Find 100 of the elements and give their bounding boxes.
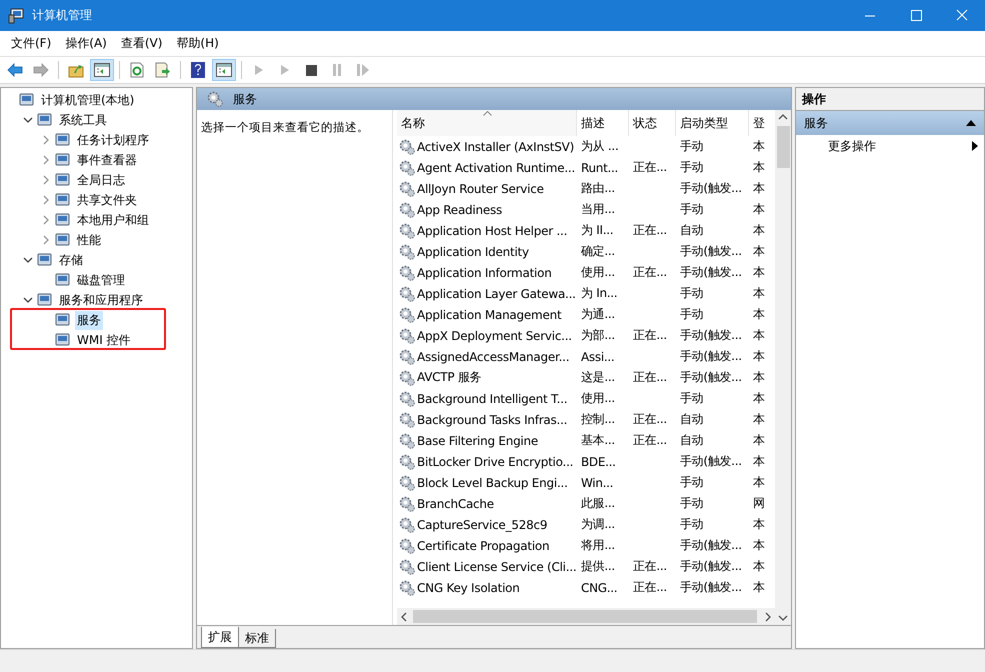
column-header[interactable]: 描述 — [577, 110, 629, 136]
table-cell: 本 — [753, 348, 765, 365]
restart-icon — [356, 64, 370, 76]
tree-node-icon — [37, 112, 53, 128]
column-header[interactable]: 状态 — [629, 110, 676, 136]
tree-item[interactable]: 存储 — [57, 250, 85, 270]
vertical-scrollbar[interactable] — [775, 110, 791, 625]
tree-item[interactable]: 任务计划程序 — [75, 130, 151, 150]
table-cell: 手动(触发... — [680, 327, 742, 344]
gear-icon — [399, 244, 415, 260]
chevron-down-icon[interactable] — [23, 115, 33, 125]
menu-item[interactable]: 查看(V) — [114, 35, 170, 52]
tree-item[interactable]: 事件查看器 — [75, 150, 139, 170]
table-cell: 本 — [753, 180, 765, 197]
tree-node-icon — [19, 92, 35, 108]
computer-icon — [8, 8, 24, 24]
table-cell: Application Information — [417, 266, 552, 280]
table-cell: 正在... — [633, 369, 667, 386]
table-cell: CaptureService_528c9 — [417, 518, 548, 532]
table-cell: AssignedAccessManager... — [417, 350, 570, 364]
table-cell: 正在... — [633, 327, 667, 344]
stop-icon — [306, 64, 316, 76]
tree-node-icon — [55, 312, 71, 328]
gear-icon — [399, 538, 415, 554]
table-cell: ActiveX Installer (AxInstSV) — [417, 140, 574, 154]
table-cell: 手动(触发... — [680, 537, 742, 554]
tree-item[interactable]: 本地用户和组 — [75, 210, 151, 230]
tree-item[interactable]: 性能 — [75, 230, 103, 250]
horizontal-scrollbar[interactable] — [397, 608, 775, 625]
chevron-right-icon[interactable] — [41, 195, 51, 205]
tab[interactable]: 扩展 — [201, 627, 239, 648]
action-section[interactable]: 服务 — [796, 111, 984, 135]
table-cell: BranchCache — [417, 496, 494, 510]
table-cell: 本 — [753, 516, 765, 533]
table-cell: 当用... — [581, 201, 615, 218]
tree-item[interactable]: 共享文件夹 — [75, 190, 139, 210]
table-cell: Application Layer Gatewa... — [417, 286, 576, 300]
table-cell: BDE... — [581, 454, 616, 468]
toolbar-button[interactable] — [212, 59, 236, 81]
tree-item[interactable]: 磁盘管理 — [75, 270, 127, 290]
table-cell: Block Level Backup Engi... — [417, 476, 568, 490]
collapse-triangle-icon[interactable] — [966, 120, 976, 126]
chevron-right-icon[interactable] — [41, 155, 51, 165]
table-cell: 手动 — [680, 390, 704, 407]
scroll-thumb[interactable] — [776, 126, 790, 168]
menu-item[interactable]: 操作(A) — [58, 35, 114, 52]
column-header[interactable]: 启动类型 — [676, 110, 749, 136]
menu-item[interactable]: 文件(F) — [4, 35, 58, 52]
table-cell: 本 — [753, 432, 765, 449]
gear-icon — [399, 160, 415, 176]
window-title: 计算机管理 — [32, 7, 92, 24]
refresh-icon — [129, 62, 145, 78]
table-cell: 正在... — [633, 264, 667, 281]
chevron-right-icon[interactable] — [41, 215, 51, 225]
tree-node-icon — [55, 332, 71, 348]
gear-icon — [399, 138, 415, 154]
table-cell: Application Identity — [417, 244, 529, 258]
tab[interactable]: 标准 — [238, 629, 276, 648]
table-cell: 自动 — [680, 432, 704, 449]
tree-item[interactable]: 系统工具 — [57, 110, 109, 130]
tree-node-icon — [55, 132, 71, 148]
table-cell: 本 — [753, 264, 765, 281]
section-title: 服务 — [804, 114, 828, 132]
table-cell: 手动 — [680, 516, 704, 533]
table-cell: CNG Key Isolation — [417, 580, 520, 594]
tree-item[interactable]: 服务 — [75, 310, 103, 330]
tree-node-icon — [55, 212, 71, 228]
table-cell: Base Filtering Engine — [417, 434, 538, 448]
table-cell: 控制... — [581, 411, 615, 428]
tree-item[interactable]: 服务和应用程序 — [57, 290, 145, 310]
toolbar-button[interactable] — [90, 59, 114, 81]
tree-item[interactable]: 计算机管理(本地) — [39, 90, 136, 110]
menu-item[interactable]: 帮助(H) — [169, 35, 226, 52]
table-cell: Certificate Propagation — [417, 538, 550, 552]
chevron-down-icon[interactable] — [23, 255, 33, 265]
tree-item[interactable]: WMI 控件 — [75, 330, 133, 350]
table-cell: 本 — [753, 138, 765, 155]
chevron-down-icon[interactable] — [23, 295, 33, 305]
table-cell: Assi... — [581, 350, 614, 364]
table-cell: 正在... — [633, 558, 667, 575]
tree-item[interactable]: 全局日志 — [75, 170, 127, 190]
column-header[interactable]: 名称 — [397, 110, 577, 136]
gear-icon — [399, 328, 415, 344]
table-cell: 正在... — [633, 222, 667, 239]
gear-icon — [399, 390, 415, 406]
table-cell: 本 — [753, 411, 765, 428]
column-header[interactable]: 登 — [749, 110, 767, 136]
gear-icon — [399, 264, 415, 280]
table-cell: 这是... — [581, 369, 615, 386]
table-cell: 本 — [753, 474, 765, 491]
chevron-right-icon[interactable] — [41, 175, 51, 185]
chevron-right-icon[interactable] — [41, 235, 51, 245]
scroll-thumb[interactable] — [413, 610, 757, 623]
action-link[interactable]: 更多操作 — [828, 138, 876, 154]
tree-node-icon — [55, 152, 71, 168]
table-cell: 本 — [753, 537, 765, 554]
table-cell: 手动 — [680, 138, 704, 155]
gear-icon — [399, 370, 415, 386]
chevron-right-icon[interactable] — [41, 135, 51, 145]
table-cell: 确定... — [581, 243, 615, 260]
